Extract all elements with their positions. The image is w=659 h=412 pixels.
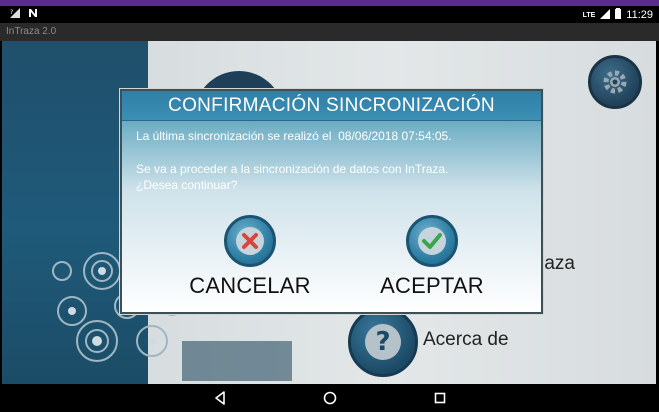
signal-no-sim-icon: ? [10,8,22,21]
sync-menu-label[interactable]: raza [538,253,575,275]
svg-text:?: ? [10,9,13,16]
last-sync-message: La última sincronización se realizó el 0… [136,129,452,143]
gear-icon [603,70,627,94]
accept-button[interactable]: ACEPTAR [362,215,502,301]
proceed-message-line1: Se va a proceder a la sincronización de … [136,162,449,176]
cancel-button[interactable]: CANCELAR [180,215,320,301]
app-title: InTraza 2.0 [6,26,57,37]
about-menu-label[interactable]: Acerca de [423,329,509,351]
dialog-header: CONFIRMACIÓN SINCRONIZACIÓN [122,91,541,121]
n-notification-icon [28,8,38,21]
home-circle-icon[interactable] [322,390,342,406]
recents-square-icon[interactable] [432,390,452,406]
cancel-x-icon [236,227,264,255]
sync-confirmation-dialog: CONFIRMACIÓN SINCRONIZACIÓN La última si… [120,89,543,314]
network-label: LTE [582,11,596,19]
app-title-bar: InTraza 2.0 [0,23,659,41]
settings-button[interactable] [588,55,642,109]
navigation-bar [0,384,659,412]
checkmark-icon [418,227,446,255]
status-bar: ? LTE 11:29 [0,6,659,23]
proceed-message: Se va a proceder a la sincronización de … [136,161,448,193]
signal-strength-icon [600,8,611,22]
proceed-message-line2: ¿Desea continuar? [136,178,238,192]
accept-label: ACEPTAR [380,273,484,298]
back-triangle-icon[interactable] [212,390,232,406]
question-icon: ? [365,324,401,360]
clock: 11:29 [626,9,653,21]
about-button[interactable]: ? [348,307,418,377]
cancel-circle[interactable] [224,215,276,267]
accept-circle[interactable] [406,215,458,267]
dialog-title: CONFIRMACIÓN SINCRONIZACIÓN [168,95,495,116]
battery-icon [615,8,622,22]
cancel-label: CANCELAR [189,273,311,298]
